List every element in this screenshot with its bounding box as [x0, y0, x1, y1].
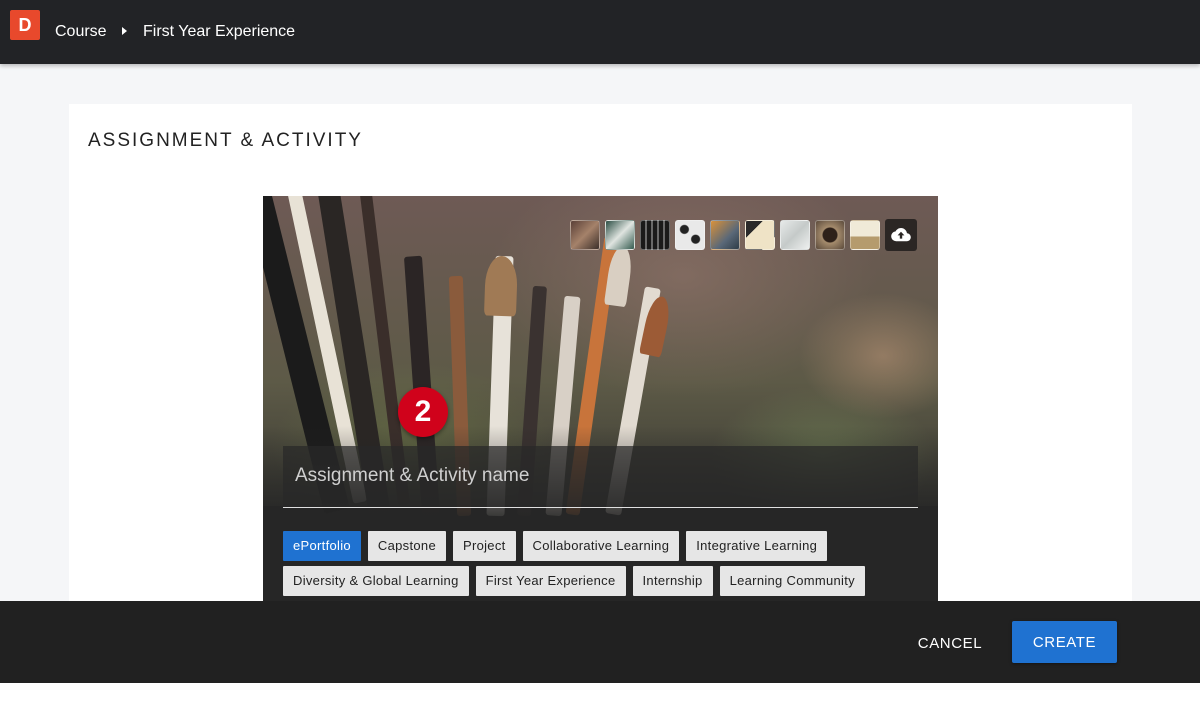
page-title: ASSIGNMENT & ACTIVITY [88, 130, 363, 151]
cover-image-area: 2 ePortfolio Capstone Project Collaborat… [263, 196, 938, 601]
tag-diversity-global-learning[interactable]: Diversity & Global Learning [283, 566, 469, 596]
cover-thumb-desk[interactable] [605, 220, 635, 250]
cover-thumb-marble[interactable] [780, 220, 810, 250]
tag-row-1: ePortfolio Capstone Project Collaborativ… [283, 531, 923, 561]
tag-first-year-experience[interactable]: First Year Experience [475, 566, 626, 596]
cover-thumb-pattern[interactable] [675, 220, 705, 250]
cover-thumb-workspace[interactable] [850, 220, 880, 250]
tag-row-2: Diversity & Global Learning First Year E… [283, 566, 923, 596]
breadcrumb-current: First Year Experience [143, 23, 296, 40]
cloud-upload-icon [891, 228, 911, 242]
upload-cover-button[interactable] [885, 219, 917, 251]
tag-project[interactable]: Project [452, 531, 516, 561]
step-badge: 2 [398, 387, 448, 437]
cover-thumbnail-list [570, 219, 917, 251]
tag-list: ePortfolio Capstone Project Collaborativ… [283, 531, 923, 601]
activity-name-field [283, 446, 918, 508]
tag-capstone[interactable]: Capstone [367, 531, 446, 561]
tag-learning-community[interactable]: Learning Community [719, 566, 865, 596]
tag-eportfolio[interactable]: ePortfolio [283, 531, 361, 561]
cancel-button[interactable]: CANCEL [905, 622, 995, 664]
action-bar: CANCEL CREATE [0, 601, 1200, 683]
cover-thumb-coffee[interactable] [815, 220, 845, 250]
cover-thumb-notebook[interactable] [745, 220, 775, 250]
page-bottom [0, 683, 1200, 711]
tag-integrative-learning[interactable]: Integrative Learning [686, 531, 828, 561]
top-bar: D Course First Year Experience [0, 0, 1200, 64]
cover-thumb-sunset[interactable] [710, 220, 740, 250]
cover-thumb-paintbrushes[interactable] [570, 220, 600, 250]
breadcrumb-separator-icon [122, 27, 127, 35]
create-button[interactable]: CREATE [1012, 621, 1117, 663]
activity-name-input[interactable] [283, 446, 918, 506]
cover-thumb-typewriter[interactable] [640, 220, 670, 250]
breadcrumb-course[interactable]: Course [55, 22, 107, 42]
tag-collaborative-learning[interactable]: Collaborative Learning [522, 531, 680, 561]
app-logo[interactable]: D [10, 10, 40, 40]
tag-internship[interactable]: Internship [632, 566, 713, 596]
